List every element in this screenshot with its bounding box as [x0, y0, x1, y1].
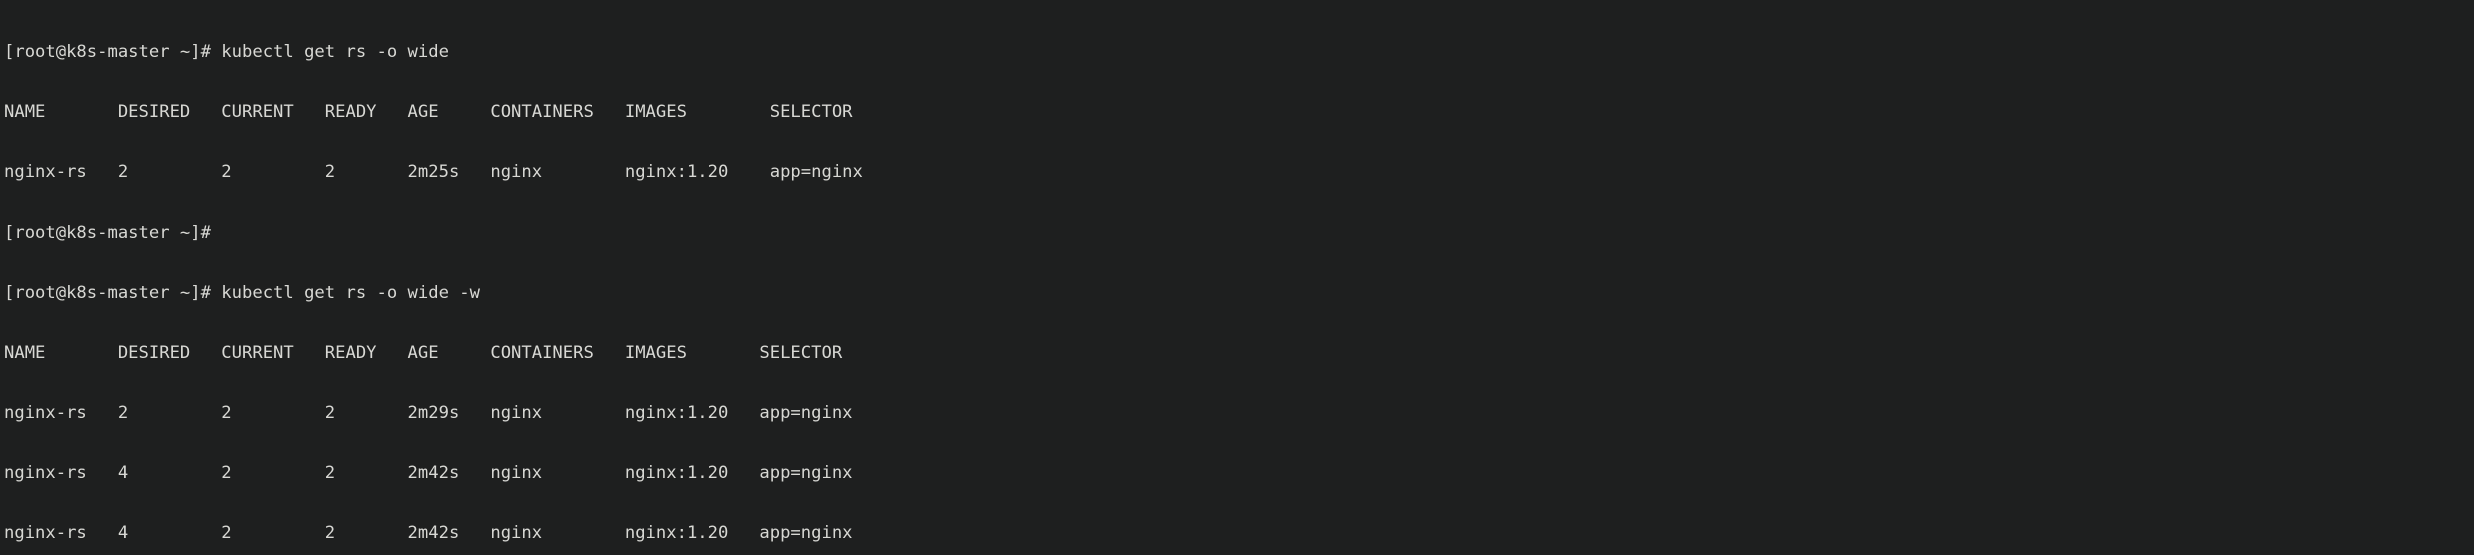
terminal-line-table-header-2: NAME DESIRED CURRENT READY AGE CONTAINER…	[4, 342, 843, 363]
terminal-screen[interactable]: [root@k8s-master ~]# kubectl get rs -o w…	[0, 0, 2474, 555]
terminal-line-command-1: [root@k8s-master ~]# kubectl get rs -o w…	[4, 42, 449, 63]
terminal-line-watch-row-3: nginx-rs 4 2 2 2m42s nginx nginx:1.20 ap…	[4, 523, 853, 544]
terminal-line-table-row-1: nginx-rs 2 2 2 2m25s nginx nginx:1.20 ap…	[4, 162, 863, 183]
terminal-line-prompt-idle: [root@k8s-master ~]#	[4, 222, 211, 243]
terminal-line-table-header-1: NAME DESIRED CURRENT READY AGE CONTAINER…	[4, 102, 853, 123]
terminal-line-command-2: [root@k8s-master ~]# kubectl get rs -o w…	[4, 282, 480, 303]
terminal-line-watch-row-2: nginx-rs 4 2 2 2m42s nginx nginx:1.20 ap…	[4, 463, 853, 484]
terminal-line-watch-row-1: nginx-rs 2 2 2 2m29s nginx nginx:1.20 ap…	[4, 402, 853, 423]
